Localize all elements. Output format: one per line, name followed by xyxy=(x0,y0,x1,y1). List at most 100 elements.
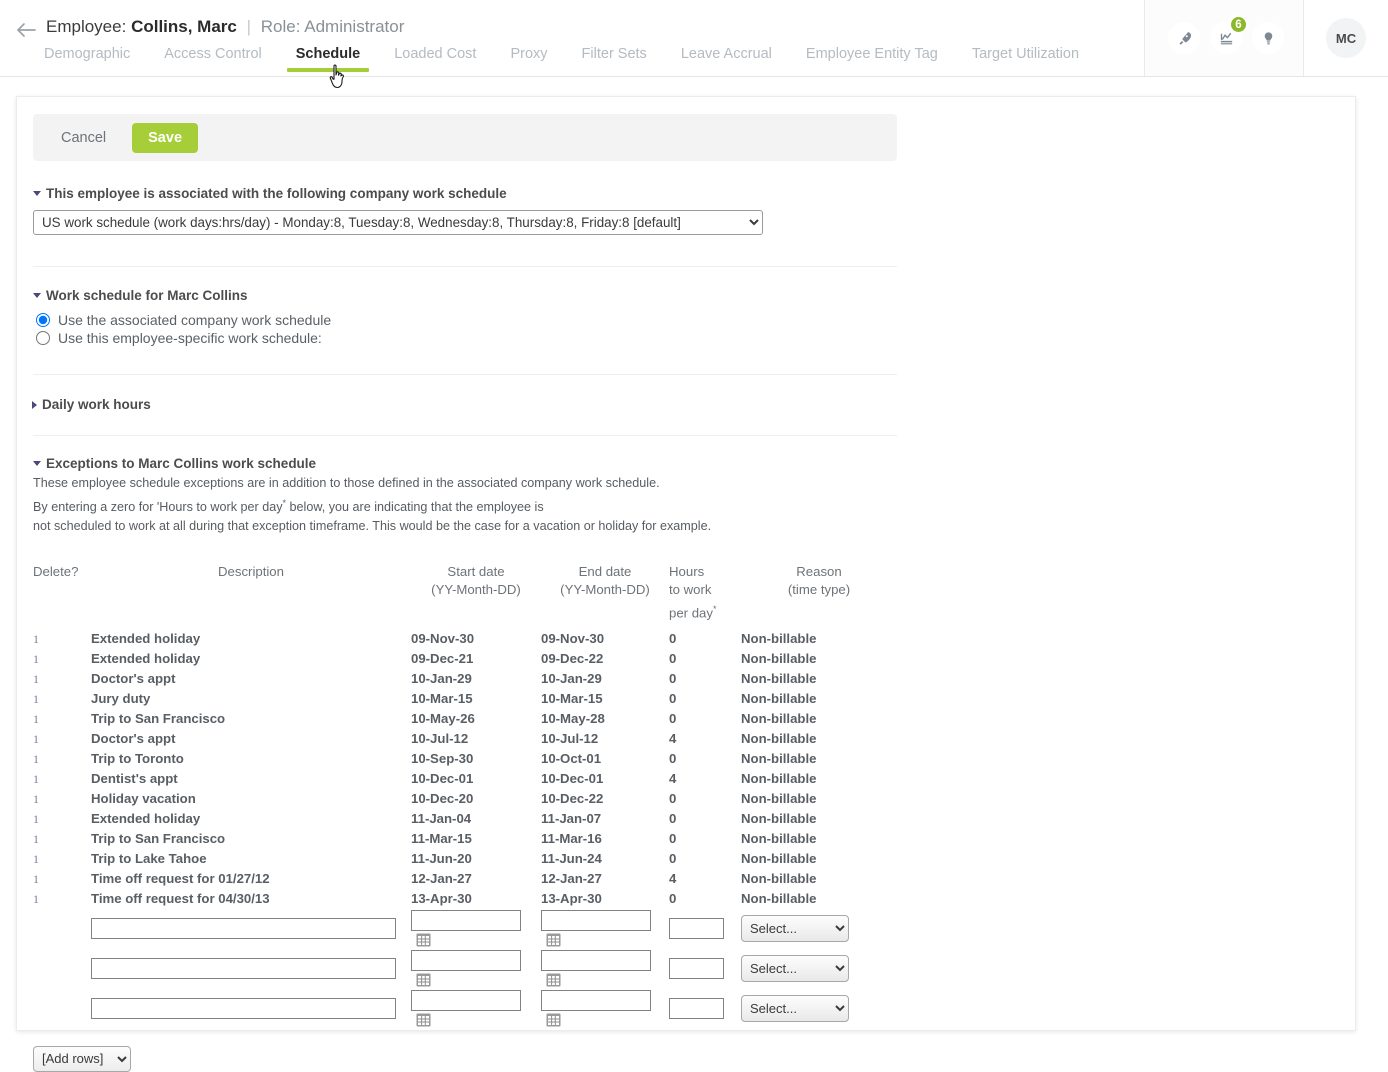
delete-checkbox-cell[interactable]: 1 xyxy=(33,829,91,849)
reason-select[interactable]: Select... xyxy=(741,915,849,943)
delete-checkbox-cell[interactable]: 1 xyxy=(33,869,91,889)
radio-use-specific-schedule[interactable] xyxy=(36,331,50,345)
delete-checkbox-cell[interactable]: 1 xyxy=(33,809,91,829)
cell-description: Trip to Lake Tahoe xyxy=(91,851,207,867)
hours-input[interactable] xyxy=(669,958,724,980)
start-date-input[interactable] xyxy=(411,990,521,1012)
rocket-icon[interactable] xyxy=(1168,22,1200,54)
delete-checkbox[interactable]: 1 xyxy=(33,852,39,866)
tab-filter-sets[interactable]: Filter Sets xyxy=(582,46,647,72)
delete-checkbox[interactable]: 1 xyxy=(33,792,39,806)
cell-description: Trip to Toronto xyxy=(91,751,184,767)
radio-row-specific[interactable]: Use this employee-specific work schedule… xyxy=(33,330,1339,346)
tab-loaded-cost[interactable]: Loaded Cost xyxy=(394,46,476,72)
delete-checkbox-cell[interactable]: 1 xyxy=(33,769,91,789)
description-input[interactable] xyxy=(91,918,396,940)
delete-checkbox[interactable]: 1 xyxy=(33,652,39,666)
delete-checkbox[interactable]: 1 xyxy=(33,752,39,766)
table-row: 1 Extended holiday 09-Dec-21 09-Dec-22 0 Non-… xyxy=(33,649,897,669)
end-date-input[interactable] xyxy=(541,910,651,932)
table-row: 1 Doctor's appt 10-Jul-12 10-Jul-12 4 Non-bil… xyxy=(33,729,897,749)
back-arrow-icon[interactable] xyxy=(16,20,38,40)
col-header-description: Description xyxy=(218,563,284,579)
caret-down-icon[interactable] xyxy=(33,293,41,298)
delete-checkbox[interactable]: 1 xyxy=(33,832,39,846)
radio-use-company-schedule[interactable] xyxy=(36,313,50,327)
cell-reason: Non-billable xyxy=(741,891,817,907)
description-input[interactable] xyxy=(91,998,396,1020)
delete-checkbox-cell[interactable]: 1 xyxy=(33,709,91,729)
avatar[interactable]: MC xyxy=(1326,18,1366,58)
company-schedule-select[interactable]: US work schedule (work days:hrs/day) - M… xyxy=(33,210,763,235)
add-rows-select[interactable]: [Add rows] xyxy=(33,1045,131,1072)
exceptions-desc-line1: These employee schedule exceptions are i… xyxy=(33,476,660,490)
start-date-input[interactable] xyxy=(411,910,521,932)
tab-proxy[interactable]: Proxy xyxy=(510,46,547,72)
lightbulb-icon[interactable] xyxy=(1252,22,1284,54)
table-row: 1 Time off request for 01/27/12 12-Jan-27 1… xyxy=(33,869,897,889)
exceptions-table-body: 1 Extended holiday 09-Nov-30 09-Nov-30 0 Non-… xyxy=(33,629,897,909)
tab-leave-accrual[interactable]: Leave Accrual xyxy=(681,46,772,72)
tab-access-control[interactable]: Access Control xyxy=(164,46,262,72)
daily-work-hours-heading[interactable]: Daily work hours xyxy=(32,397,1339,412)
delete-checkbox-cell[interactable]: 1 xyxy=(33,749,91,769)
tab-schedule[interactable]: Schedule xyxy=(286,46,370,72)
reason-select[interactable]: Select... xyxy=(741,955,849,983)
col-header-hours-line3: per day* xyxy=(669,600,741,623)
delete-checkbox[interactable]: 1 xyxy=(33,732,39,746)
calendar-icon[interactable] xyxy=(416,932,431,947)
delete-checkbox[interactable]: 1 xyxy=(33,872,39,886)
end-date-input[interactable] xyxy=(541,990,651,1012)
entry-hours-cell xyxy=(669,949,741,989)
delete-checkbox-cell[interactable]: 1 xyxy=(33,629,91,649)
calendar-icon[interactable] xyxy=(546,1012,561,1027)
calendar-icon[interactable] xyxy=(416,1012,431,1027)
cell-end-date: 10-Jan-29 xyxy=(541,671,602,687)
delete-checkbox[interactable]: 1 xyxy=(33,892,39,906)
hours-input[interactable] xyxy=(669,998,724,1020)
cancel-button[interactable]: Cancel xyxy=(55,129,112,147)
cell-hours: 0 xyxy=(669,811,677,827)
delete-checkbox[interactable]: 1 xyxy=(33,692,39,706)
exceptions-table: Delete? Description Start date (YY-Month… xyxy=(33,563,897,1029)
delete-checkbox-cell[interactable]: 1 xyxy=(33,669,91,689)
entry-description-cell xyxy=(91,909,411,949)
reason-select[interactable]: Select... xyxy=(741,995,849,1023)
delete-checkbox[interactable]: 1 xyxy=(33,632,39,646)
col-header-hours-line1: Hours xyxy=(669,563,705,579)
delete-checkbox[interactable]: 1 xyxy=(33,772,39,786)
caret-down-icon[interactable] xyxy=(33,191,41,196)
cell-reason: Non-billable xyxy=(741,831,817,847)
save-button[interactable]: Save xyxy=(132,122,199,153)
calendar-icon[interactable] xyxy=(546,972,561,987)
caret-down-icon[interactable] xyxy=(33,461,41,466)
calendar-icon[interactable] xyxy=(416,972,431,987)
delete-checkbox-cell[interactable]: 1 xyxy=(33,849,91,869)
tab-demographic[interactable]: Demographic xyxy=(44,46,130,72)
description-input[interactable] xyxy=(91,958,396,980)
cell-start-date: 12-Jan-27 xyxy=(411,871,472,887)
cell-reason: Non-billable xyxy=(741,851,817,867)
tab-employee-entity-tag[interactable]: Employee Entity Tag xyxy=(806,46,938,72)
delete-checkbox-cell[interactable]: 1 xyxy=(33,889,91,909)
cell-description: Extended holiday xyxy=(91,631,201,647)
tab-target-utilization[interactable]: Target Utilization xyxy=(972,46,1079,72)
radio-row-company[interactable]: Use the associated company work schedule xyxy=(33,312,1339,328)
delete-checkbox-cell[interactable]: 1 xyxy=(33,689,91,709)
calendar-icon[interactable] xyxy=(546,932,561,947)
header-icon-group: 6 xyxy=(1144,0,1303,76)
employee-role: Role: Administrator xyxy=(260,17,405,36)
delete-checkbox[interactable]: 1 xyxy=(33,712,39,726)
delete-checkbox-cell[interactable]: 1 xyxy=(33,789,91,809)
approvals-icon[interactable]: 6 xyxy=(1210,15,1248,54)
caret-right-icon[interactable] xyxy=(32,400,37,409)
delete-checkbox-cell[interactable]: 1 xyxy=(33,649,91,669)
cell-start-date: 11-Mar-15 xyxy=(411,831,472,847)
end-date-input[interactable] xyxy=(541,950,651,972)
cell-description: Time off request for 04/30/13 xyxy=(91,891,270,907)
delete-checkbox[interactable]: 1 xyxy=(33,812,39,826)
start-date-input[interactable] xyxy=(411,950,521,972)
delete-checkbox-cell[interactable]: 1 xyxy=(33,729,91,749)
hours-input[interactable] xyxy=(669,918,724,940)
delete-checkbox[interactable]: 1 xyxy=(33,672,39,686)
